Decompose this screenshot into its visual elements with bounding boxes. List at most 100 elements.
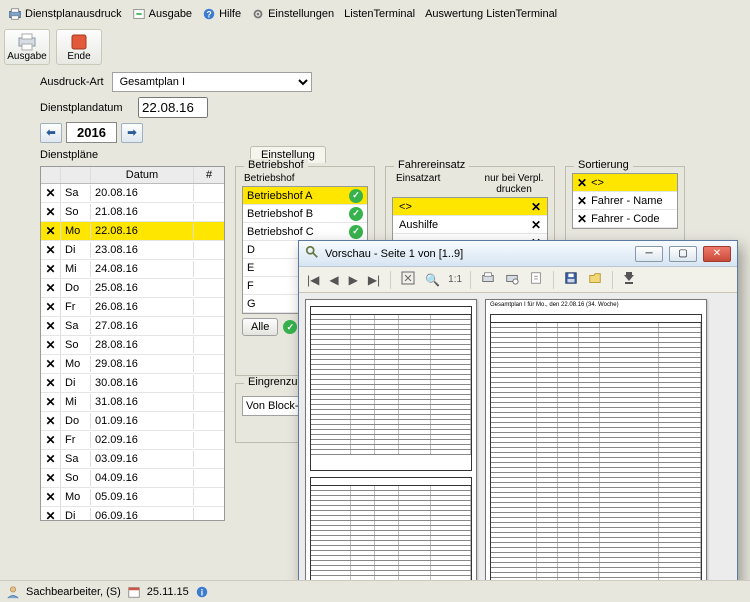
table-row[interactable]: ✕Mo29.08.16	[41, 355, 224, 374]
item-label: Aushilfe	[399, 219, 438, 231]
print-setup-button[interactable]	[503, 269, 521, 290]
list-item[interactable]: ✕Fahrer - Code	[573, 210, 677, 228]
menu-label: Dienstplanausdruck	[25, 8, 122, 20]
cell-num	[194, 210, 224, 214]
col-einsatzart: Einsatzart	[396, 173, 440, 195]
group-title: Fahrereinsatz	[394, 159, 469, 171]
cell-num	[194, 438, 224, 442]
preview-page-1[interactable]: document.write(Array(28).fill(0).map(()=…	[305, 299, 477, 585]
table-row[interactable]: ✕Fr02.09.16	[41, 431, 224, 450]
cell-num	[194, 476, 224, 480]
cell-day: Mo	[61, 223, 91, 239]
menu-dienstplanausdruck[interactable]: Dienstplanausdruck	[8, 7, 122, 21]
cell-date: 04.09.16	[91, 470, 194, 486]
list-item[interactable]: ✕Fahrer - Name	[573, 192, 677, 210]
table-row[interactable]: ✕Sa27.08.16	[41, 317, 224, 336]
cell-day: Fr	[61, 299, 91, 315]
ende-button[interactable]: Ende	[56, 29, 102, 65]
table-row[interactable]: ✕Do01.09.16	[41, 412, 224, 431]
page-header: Gesamtplan I für Mo., den 22.08.16 (34. …	[490, 302, 619, 308]
preview-page-2[interactable]: Gesamtplan I für Mo., den 22.08.16 (34. …	[485, 299, 707, 585]
dienstplaene-table[interactable]: Datum # ✕Sa20.08.16✕So21.08.16✕Mo22.08.1…	[40, 166, 225, 521]
info-icon[interactable]: i	[195, 585, 209, 599]
x-icon: ✕	[45, 357, 55, 371]
ausgabe-button[interactable]: Ausgabe	[4, 29, 50, 65]
alle-button[interactable]: Alle	[242, 318, 278, 336]
print-button[interactable]	[479, 269, 497, 290]
zoom-fit-button[interactable]	[399, 269, 417, 290]
table-row[interactable]: ✕Sa03.09.16	[41, 450, 224, 469]
preview-body[interactable]: document.write(Array(28).fill(0).map(()=…	[299, 293, 737, 591]
cell-date: 23.08.16	[91, 242, 194, 258]
minimize-icon: ─	[645, 248, 652, 259]
list-item[interactable]: Betriebshof C✓	[243, 223, 367, 241]
year-next-button[interactable]: ➡	[121, 123, 143, 143]
zoom-button[interactable]: 🔍	[423, 271, 442, 289]
cell-date: 31.08.16	[91, 394, 194, 410]
col-num[interactable]: #	[194, 167, 224, 183]
close-button[interactable]: ✕	[703, 246, 731, 262]
x-icon: ✕	[45, 433, 55, 447]
list-item[interactable]: Betriebshof A✓	[243, 187, 367, 205]
table-row[interactable]: ✕Mo05.09.16	[41, 488, 224, 507]
group-title: Betriebshof	[244, 159, 308, 171]
year-prev-button[interactable]: ⬅	[40, 123, 62, 143]
ausdruck-art-select[interactable]: Gesamtplan I	[112, 72, 312, 92]
table-row[interactable]: ✕Fr26.08.16	[41, 298, 224, 317]
menu-einstellungen[interactable]: Einstellungen	[251, 7, 334, 21]
menu-hilfe[interactable]: ? Hilfe	[202, 7, 241, 21]
item-label: Betriebshof B	[247, 208, 313, 220]
x-icon: ✕	[45, 471, 55, 485]
cell-num	[194, 343, 224, 347]
menu-auswertung[interactable]: Auswertung ListenTerminal	[425, 8, 557, 20]
x-icon: ✕	[45, 414, 55, 428]
dienstplandatum-input[interactable]	[138, 97, 208, 118]
cell-date: 21.08.16	[91, 204, 194, 220]
betriebshof-header: Betriebshof	[242, 173, 368, 186]
table-row[interactable]: ✕Di06.09.16	[41, 507, 224, 521]
list-item[interactable]: Aushilfe✕	[393, 216, 547, 234]
table-row[interactable]: ✕So21.08.16	[41, 203, 224, 222]
cell-num	[194, 419, 224, 423]
table-row[interactable]: ✕Mo22.08.16	[41, 222, 224, 241]
maximize-button[interactable]: ▢	[669, 246, 697, 262]
svg-text:i: i	[201, 587, 203, 597]
cell-date: 02.09.16	[91, 432, 194, 448]
x-icon: ✕	[45, 376, 55, 390]
list-item[interactable]: <>✕	[393, 198, 547, 216]
list-item[interactable]: ✕<>	[573, 174, 677, 192]
cell-num	[194, 286, 224, 290]
maximize-icon: ▢	[678, 248, 687, 259]
table-row[interactable]: ✕Di23.08.16	[41, 241, 224, 260]
save-button[interactable]	[562, 269, 580, 290]
menu-ausgabe[interactable]: Ausgabe	[132, 7, 192, 21]
menu-listenterminal[interactable]: ListenTerminal	[344, 8, 415, 20]
sortierung-list[interactable]: ✕<>✕Fahrer - Name✕Fahrer - Code	[572, 173, 678, 229]
table-row[interactable]: ✕Mi31.08.16	[41, 393, 224, 412]
table-row[interactable]: ✕So04.09.16	[41, 469, 224, 488]
list-item[interactable]: Betriebshof B✓	[243, 205, 367, 223]
table-row[interactable]: ✕Di30.08.16	[41, 374, 224, 393]
table-row[interactable]: ✕Sa20.08.16	[41, 184, 224, 203]
open-button[interactable]	[586, 269, 604, 290]
printer-icon	[16, 33, 38, 51]
cell-num	[194, 381, 224, 385]
col-datum[interactable]: Datum	[91, 167, 194, 183]
item-label: Fahrer - Code	[591, 213, 659, 225]
item-label: Betriebshof A	[247, 190, 312, 202]
preview-window[interactable]: Vorschau - Seite 1 von [1..9] ─ ▢ ✕ |◀ ◀…	[298, 240, 738, 592]
nav-first-button[interactable]: |◀	[305, 271, 321, 289]
table-row[interactable]: ✕So28.08.16	[41, 336, 224, 355]
nav-next-button[interactable]: ▶	[347, 271, 360, 289]
cell-date: 30.08.16	[91, 375, 194, 391]
cell-date: 03.09.16	[91, 451, 194, 467]
close-preview-button[interactable]	[621, 269, 637, 290]
minimize-button[interactable]: ─	[635, 246, 663, 262]
export-button[interactable]	[527, 269, 545, 290]
x-icon: ✕	[45, 452, 55, 466]
nav-last-button[interactable]: ▶|	[366, 271, 382, 289]
table-row[interactable]: ✕Mi24.08.16	[41, 260, 224, 279]
nav-prev-button[interactable]: ◀	[327, 271, 340, 289]
table-row[interactable]: ✕Do25.08.16	[41, 279, 224, 298]
cell-num	[194, 514, 224, 518]
